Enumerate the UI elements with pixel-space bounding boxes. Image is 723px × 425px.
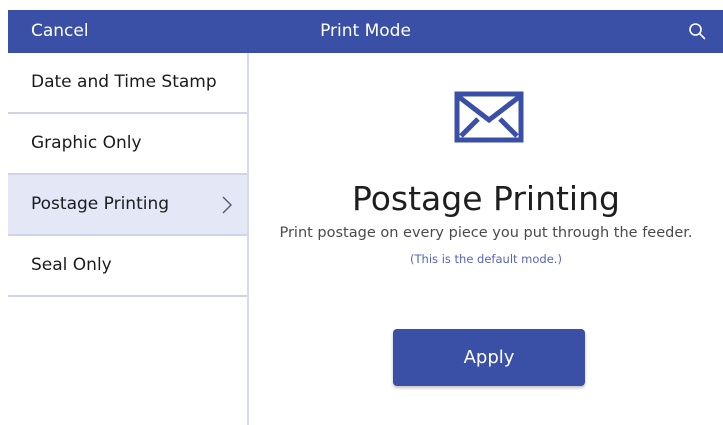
mode-item-postage-printing[interactable]: Postage Printing — [8, 175, 247, 236]
mode-item-label: Date and Time Stamp — [31, 72, 217, 92]
mode-detail-panel: Postage Printing Print postage on every … — [249, 53, 723, 425]
mode-item-label: Seal Only — [31, 255, 112, 275]
mode-item-graphic-only[interactable]: Graphic Only — [8, 114, 247, 175]
mode-description: Print postage on every piece you put thr… — [279, 225, 693, 241]
default-mode-note: (This is the default mode.) — [410, 252, 562, 266]
mode-title: Postage Printing — [352, 179, 620, 218]
mode-item-seal-only[interactable]: Seal Only — [8, 236, 247, 297]
search-icon[interactable] — [688, 22, 706, 40]
top-bar: Cancel Print Mode — [8, 10, 723, 53]
envelope-icon — [454, 91, 524, 143]
mode-item-date-time-stamp[interactable]: Date and Time Stamp — [8, 53, 247, 114]
mode-list: Date and Time Stamp Graphic Only Postage… — [8, 53, 247, 425]
apply-button[interactable]: Apply — [393, 329, 585, 386]
chevron-right-icon — [222, 196, 232, 214]
mode-item-label: Postage Printing — [31, 194, 170, 214]
mode-item-label: Graphic Only — [31, 133, 142, 153]
page-title: Print Mode — [320, 21, 411, 41]
